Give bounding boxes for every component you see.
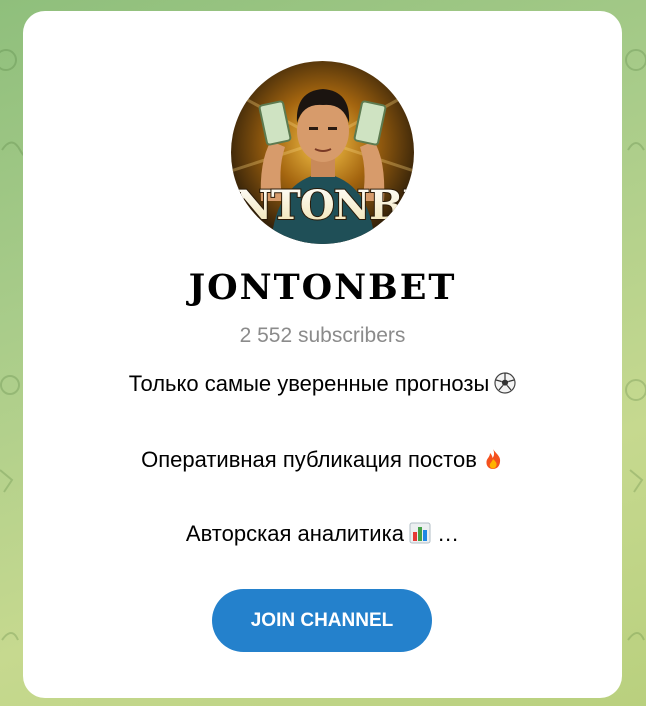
fire-icon [486,449,501,469]
channel-preview-card: JONTONBET JONTONBET 2 552 subscribers То… [23,11,622,698]
description-line-2: Оперативная публикация постов [23,447,622,473]
soccer-ball-icon [494,372,516,394]
description-text-3: Авторская аналитика [185,521,404,546]
avatar-logo-text: JONTONBET [231,182,414,229]
join-channel-button[interactable]: JOIN CHANNEL [212,589,432,652]
subscriber-count: 2 552 subscribers [239,324,406,347]
bar-chart-icon [409,522,431,544]
description-line-3: Авторская аналитика … [23,521,622,547]
description-line-1: Только самые уверенные прогнозы [23,371,622,397]
description-text-1: Только самые уверенные прогнозы [128,371,490,396]
channel-title: JONTONBET [188,267,457,308]
channel-avatar: JONTONBET [231,61,414,244]
description-ellipsis: … [437,521,460,546]
description-text-2: Оперативная публикация постов [141,447,477,472]
